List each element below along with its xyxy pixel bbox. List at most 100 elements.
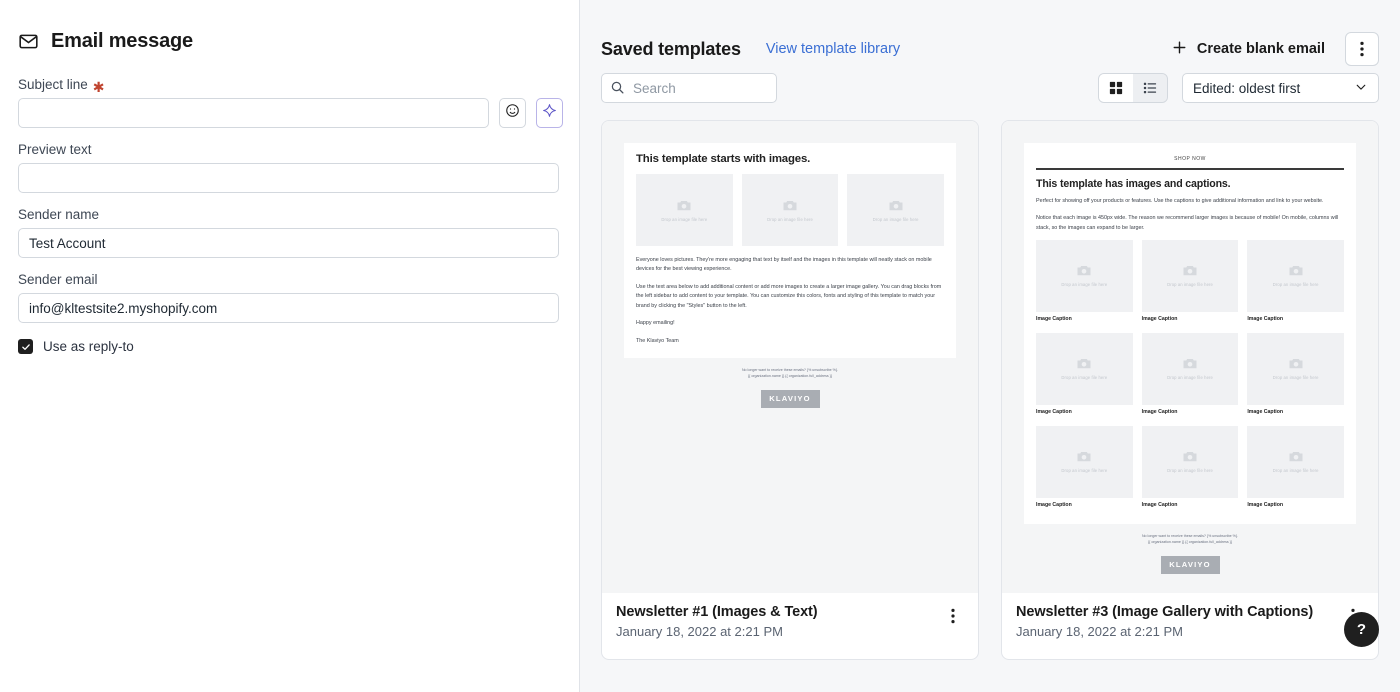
image-placeholder-caption: Drop an image file here: [661, 216, 708, 222]
emoji-picker-button[interactable]: [499, 98, 526, 128]
create-blank-email-button[interactable]: Create blank email: [1167, 34, 1329, 65]
templates-more-menu-button[interactable]: [1345, 32, 1379, 66]
image-placeholder-caption: Drop an image file here: [1272, 468, 1319, 474]
email-preview-body: This template starts with images. Drop a…: [624, 143, 956, 359]
required-asterisk: ✱: [92, 78, 105, 95]
subject-line-label: Subject line ✱: [18, 77, 558, 95]
view-mode-grid-button[interactable]: [1099, 74, 1133, 102]
template-card[interactable]: This template starts with images. Drop a…: [601, 120, 979, 660]
preview-text-label: Preview text: [18, 142, 92, 157]
template-meta-text: Newsletter #1 (Images & Text) January 18…: [616, 604, 942, 639]
camera-icon: [1183, 359, 1197, 369]
preview-footer: No longer want to receive these emails? …: [1024, 524, 1356, 546]
use-as-reply-to-row[interactable]: Use as reply-to: [18, 339, 558, 354]
view-mode-list-button[interactable]: [1133, 74, 1167, 102]
image-placeholder: Drop an image file here: [1036, 332, 1133, 405]
image-placeholder: Drop an image file here: [741, 174, 839, 246]
app-root: Email message Subject line ✱ Preview tex…: [0, 0, 1400, 692]
template-meta: Newsletter #1 (Images & Text) January 18…: [602, 593, 978, 639]
sort-order-value: Edited: oldest first: [1193, 80, 1301, 96]
sender-email-field-group: Sender email: [18, 272, 559, 323]
image-caption: Image Caption: [1036, 408, 1072, 415]
preview-text-input[interactable]: [18, 163, 559, 193]
image-placeholder-caption: Drop an image file here: [1061, 468, 1108, 474]
image-placeholder-caption: Drop an image file here: [1061, 375, 1108, 381]
image-placeholder-caption: Drop an image file here: [872, 216, 919, 222]
image-caption: Image Caption: [1141, 501, 1178, 508]
kebab-icon: [951, 608, 955, 624]
sender-email-input[interactable]: [18, 293, 559, 323]
templates-header: Saved templates View template library Cr…: [601, 0, 1379, 66]
saved-templates-heading: Saved templates: [601, 38, 741, 59]
create-blank-email-label: Create blank email: [1196, 41, 1325, 57]
camera-icon: [1289, 452, 1303, 462]
image-placeholder: Drop an image file here: [1247, 239, 1345, 312]
image-placeholder: Drop an image file here: [1247, 332, 1345, 405]
klaviyo-logo: KLAVIYO: [1160, 555, 1220, 574]
preview-paragraph: Everyone loves pictures. They're more en…: [636, 257, 932, 273]
preview-caption-row: Image Caption Image Caption Image Captio…: [1036, 498, 1344, 512]
preview-gallery-row: Drop an image file here Drop an image fi…: [1036, 332, 1345, 419]
preview-caption-row: Image Caption Image Caption Image Captio…: [1036, 405, 1344, 419]
preview-heading: This template has images and captions.: [1036, 177, 1231, 190]
image-caption: Image Caption: [1247, 408, 1284, 415]
image-placeholder: Drop an image file here: [1247, 425, 1345, 498]
preview-heading: This template starts with images.: [636, 153, 811, 165]
preview-shop-now-label: SHOP NOW: [1174, 156, 1206, 162]
use-as-reply-to-checkbox[interactable]: [18, 339, 33, 354]
template-actions-menu-button[interactable]: [942, 604, 964, 624]
preview-footer-line: {{ organization.name }} {{ organization.…: [1147, 540, 1233, 545]
ai-generate-button[interactable]: [536, 98, 563, 128]
image-placeholder-caption: Drop an image file here: [1167, 468, 1213, 474]
camera-icon: [1077, 452, 1091, 462]
subject-line-row: [18, 98, 563, 128]
image-placeholder: Drop an image file here: [1141, 239, 1239, 312]
template-card[interactable]: SHOP NOW This template has images and ca…: [1001, 120, 1379, 660]
preview-footer: No longer want to receive these emails? …: [624, 358, 956, 380]
camera-icon: [1077, 359, 1091, 369]
templates-grid: This template starts with images. Drop a…: [601, 120, 1379, 660]
page-title: Email message: [51, 30, 193, 52]
template-name: Newsletter #1 (Images & Text): [616, 604, 818, 620]
preview-paragraph: The Klaviyo Team: [636, 337, 679, 344]
image-placeholder: Drop an image file here: [1141, 425, 1239, 498]
template-meta-text: Newsletter #3 (Image Gallery with Captio…: [1016, 604, 1342, 639]
camera-icon: [1289, 266, 1303, 276]
saved-templates-panel: Saved templates View template library Cr…: [580, 0, 1400, 692]
subject-line-input[interactable]: [18, 98, 489, 128]
use-as-reply-to-label: Use as reply-to: [43, 339, 134, 354]
camera-icon: [783, 200, 797, 210]
view-template-library-link[interactable]: View template library: [766, 41, 900, 57]
emoji-smiley-icon: [505, 103, 520, 123]
view-mode-toggle: [1098, 73, 1168, 103]
subject-line-label-text: Subject line: [18, 77, 88, 92]
camera-icon: [889, 200, 903, 210]
search-input[interactable]: [601, 73, 777, 103]
camera-icon: [677, 200, 691, 210]
sort-order-select[interactable]: Edited: oldest first: [1182, 73, 1379, 103]
preview-paragraph: Happy emailing!: [636, 320, 675, 327]
preview-image-row: Drop an image file here Drop an image fi…: [636, 174, 945, 246]
camera-icon: [1289, 359, 1303, 369]
template-preview: SHOP NOW This template has images and ca…: [1002, 121, 1378, 593]
camera-icon: [1183, 452, 1197, 462]
kebab-icon: [1360, 41, 1364, 57]
image-placeholder-caption: Drop an image file here: [1167, 375, 1213, 381]
grid-icon: [1109, 81, 1123, 95]
image-placeholder: Drop an image file here: [1036, 425, 1133, 498]
templates-toolbar: Edited: oldest first: [601, 66, 1379, 110]
template-meta: Newsletter #3 (Image Gallery with Captio…: [1002, 593, 1378, 639]
template-date: January 18, 2022 at 2:21 PM: [616, 624, 783, 639]
preview-caption-row: Image Caption Image Caption Image Captio…: [1036, 312, 1344, 326]
help-button[interactable]: ?: [1344, 612, 1379, 647]
image-placeholder-caption: Drop an image file here: [1167, 282, 1213, 288]
template-preview: This template starts with images. Drop a…: [602, 121, 978, 593]
email-message-panel: Email message Subject line ✱ Preview tex…: [0, 0, 580, 692]
preview-paragraph: Notice that each image is 450px wide. Th…: [1036, 215, 1339, 231]
image-placeholder: Drop an image file here: [847, 174, 945, 246]
image-placeholder-caption: Drop an image file here: [1272, 282, 1319, 288]
email-preview-body: SHOP NOW This template has images and ca…: [1024, 143, 1356, 524]
ai-sparkle-icon: [542, 103, 557, 123]
sender-name-input[interactable]: [18, 228, 559, 258]
camera-icon: [1183, 266, 1197, 276]
